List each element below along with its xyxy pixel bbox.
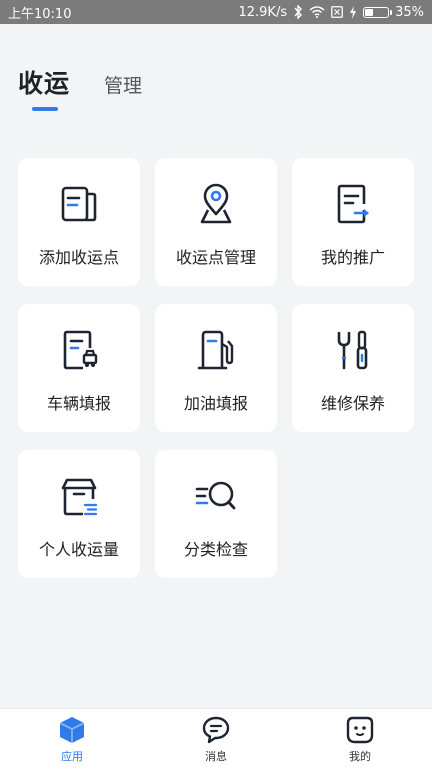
app-label: 收运点管理 xyxy=(175,248,256,267)
wifi-icon xyxy=(309,6,325,18)
app-label: 车辆填报 xyxy=(46,394,111,413)
document-truck-icon xyxy=(63,330,98,370)
document-arrow-icon xyxy=(337,184,369,224)
battery-percent: 35% xyxy=(395,4,424,20)
app-collection-point-management[interactable]: 收运点管理 xyxy=(155,158,277,286)
nav-apps[interactable]: 应用 xyxy=(22,715,122,764)
app-label: 加油填报 xyxy=(183,394,248,413)
app-label: 我的推广 xyxy=(320,248,385,267)
sim-icon xyxy=(331,6,343,18)
tools-icon xyxy=(337,330,368,370)
nav-messages[interactable]: 消息 xyxy=(166,715,266,764)
app-grid: 添加收运点 收运点管理 我的推广 车辆填报 加油填报 维修保养 个人收运量 分类… xyxy=(18,158,415,578)
chat-bubble-icon xyxy=(202,716,230,743)
top-tabs: 收运 管理 xyxy=(18,64,142,100)
nav-label: 消息 xyxy=(205,749,227,763)
nav-label: 我的 xyxy=(349,749,371,763)
app-label: 添加收运点 xyxy=(38,248,119,267)
face-icon xyxy=(346,716,374,743)
app-label: 维修保养 xyxy=(320,394,385,413)
fuel-pump-icon xyxy=(197,330,234,370)
tab-guanli[interactable]: 管理 xyxy=(104,71,142,100)
app-fuel-report[interactable]: 加油填报 xyxy=(155,304,277,432)
app-label: 个人收运量 xyxy=(38,540,119,559)
bluetooth-icon xyxy=(294,5,303,19)
list-search-icon xyxy=(195,481,236,510)
status-bar: 上午10:10 12.9K/s 35% xyxy=(0,0,432,24)
status-right: 12.9K/s 35% xyxy=(238,5,424,20)
box-icon xyxy=(61,478,98,516)
charging-icon xyxy=(350,5,357,19)
app-vehicle-report[interactable]: 车辆填报 xyxy=(18,304,140,432)
nav-mine[interactable]: 我的 xyxy=(310,715,410,764)
app-add-collection-point[interactable]: 添加收运点 xyxy=(18,158,140,286)
bottom-nav: 应用 消息 我的 xyxy=(0,708,432,769)
network-speed: 12.9K/s xyxy=(238,4,288,20)
status-time: 上午10:10 xyxy=(8,6,72,22)
location-pin-icon xyxy=(200,183,232,224)
cube-icon xyxy=(59,716,85,743)
app-label: 分类检查 xyxy=(183,540,248,559)
app-my-promotion[interactable]: 我的推广 xyxy=(292,158,414,286)
battery-icon xyxy=(363,6,393,18)
app-classification-check[interactable]: 分类检查 xyxy=(155,450,277,578)
active-tab-indicator xyxy=(32,107,58,111)
tab-shouyun[interactable]: 收运 xyxy=(18,64,70,100)
document-icon xyxy=(61,186,97,222)
app-maintenance[interactable]: 维修保养 xyxy=(292,304,414,432)
nav-label: 应用 xyxy=(61,749,83,763)
app-personal-collection-volume[interactable]: 个人收运量 xyxy=(18,450,140,578)
